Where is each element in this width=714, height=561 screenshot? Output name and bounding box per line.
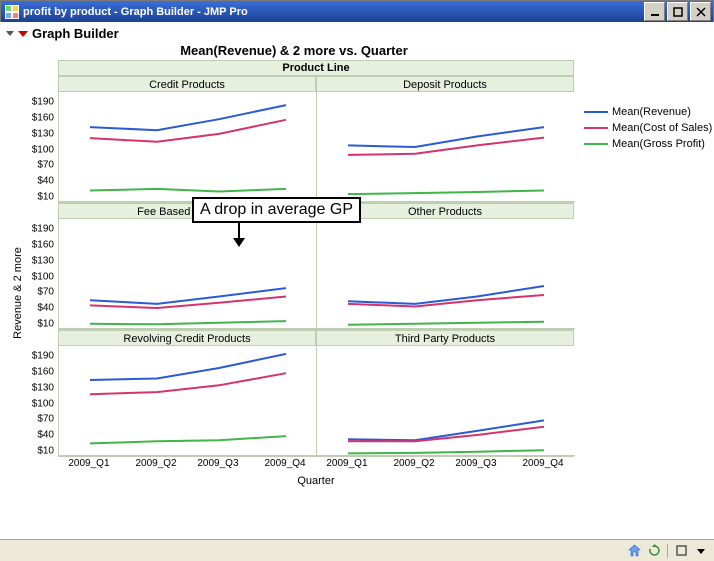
y-tick-label: $70 (37, 287, 54, 298)
y-tick-label: $130 (32, 255, 54, 266)
series-line[interactable] (348, 286, 544, 304)
y-tick-label: $10 (37, 318, 54, 329)
series-line[interactable] (348, 191, 544, 195)
legend-label: Mean(Gross Profit) (612, 138, 705, 150)
x-tick-label: 2009_Q4 (264, 458, 305, 469)
y-tick-label: $160 (32, 367, 54, 378)
series-line[interactable] (90, 120, 286, 142)
app-icon (5, 5, 19, 19)
x-axis: 2009_Q1 2009_Q2 2009_Q3 2009_Q4 2009_Q1 2009_… (14, 457, 574, 473)
y-tick-label: $100 (32, 144, 54, 155)
stop-icon[interactable] (674, 544, 688, 558)
facet-panel[interactable]: Credit Products (58, 76, 316, 203)
status-bar (0, 539, 714, 561)
outline-title: Graph Builder (32, 26, 119, 41)
facet-panel[interactable]: Revolving Credit Products (58, 330, 316, 457)
y-tick-label: $40 (37, 303, 54, 314)
plot-area[interactable]: Revenue & 2 more Mean(Revenue) & 2 more … (14, 43, 574, 487)
y-tick-label: $40 (37, 430, 54, 441)
window-controls (644, 1, 713, 23)
legend-swatch (584, 143, 608, 145)
facet-panel-header: Deposit Products (317, 76, 573, 92)
legend-item[interactable]: Mean(Gross Profit) (584, 136, 712, 152)
x-axis-title: Quarter (58, 473, 574, 487)
content-area: Graph Builder Revenue & 2 more Mean(Reve… (0, 22, 714, 539)
series-line[interactable] (90, 288, 286, 304)
y-tick-label: $130 (32, 128, 54, 139)
home-icon[interactable] (627, 544, 641, 558)
annotation-arrow-icon (232, 222, 246, 248)
y-tick-label: $160 (32, 113, 54, 124)
refresh-icon[interactable] (647, 544, 661, 558)
y-tick-label: $40 (37, 176, 54, 187)
y-tick-label: $100 (32, 271, 54, 282)
y-tick-label: $10 (37, 191, 54, 202)
legend-item[interactable]: Mean(Cost of Sales) (584, 120, 712, 136)
x-tick-label: 2009_Q3 (197, 458, 238, 469)
window-title: profit by product - Graph Builder - JMP … (23, 6, 644, 18)
facet-panel-header: Third Party Products (317, 330, 573, 346)
facet-panel[interactable]: Third Party Products (316, 330, 574, 457)
y-tick-label: $130 (32, 382, 54, 393)
facet-panel-header: Revolving Credit Products (59, 330, 315, 346)
facet-panel[interactable]: Deposit Products (316, 76, 574, 203)
outline-header: Graph Builder (0, 22, 714, 43)
legend-item[interactable]: Mean(Revenue) (584, 104, 712, 120)
y-tick-label: $160 (32, 240, 54, 251)
series-line[interactable] (90, 321, 286, 324)
x-tick-label: 2009_Q1 (68, 458, 109, 469)
x-tick-label: 2009_Q4 (522, 458, 563, 469)
y-tick-label: $190 (32, 97, 54, 108)
close-button[interactable] (690, 2, 711, 21)
disclosure-icon[interactable] (6, 31, 14, 36)
series-line[interactable] (90, 354, 286, 380)
y-tick-label: $100 (32, 398, 54, 409)
series-line[interactable] (90, 189, 286, 192)
y-tick-label: $190 (32, 224, 54, 235)
facet-panel-header: Credit Products (59, 76, 315, 92)
facet-grid: $10 $40 $70 $100 $130 $160 $190 Credit Products… (14, 76, 574, 457)
y-tick-label: $10 (37, 445, 54, 456)
y-tick-label: $190 (32, 351, 54, 362)
x-tick-label: 2009_Q2 (393, 458, 434, 469)
facet-variable-header: Product Line (58, 60, 574, 76)
y-tick-label: $70 (37, 160, 54, 171)
menu-dropdown-icon[interactable] (694, 544, 708, 558)
legend-swatch (584, 111, 608, 113)
annotation-box[interactable]: A drop in average GP (192, 197, 361, 223)
legend-label: Mean(Cost of Sales) (612, 122, 712, 134)
series-line[interactable] (90, 373, 286, 394)
legend-swatch (584, 127, 608, 129)
series-line[interactable] (348, 127, 544, 147)
chart-title: Mean(Revenue) & 2 more vs. Quarter (14, 43, 574, 60)
legend-label: Mean(Revenue) (612, 106, 691, 118)
series-line[interactable] (90, 436, 286, 443)
minimize-button[interactable] (644, 2, 665, 21)
series-line[interactable] (348, 450, 544, 453)
series-line[interactable] (348, 322, 544, 325)
legend[interactable]: Mean(Revenue) Mean(Cost of Sales) Mean(Gro… (584, 104, 712, 152)
hotspot-icon[interactable] (18, 31, 28, 37)
maximize-button[interactable] (667, 2, 688, 21)
window-titlebar: profit by product - Graph Builder - JMP … (1, 1, 713, 23)
x-tick-label: 2009_Q1 (326, 458, 367, 469)
x-tick-label: 2009_Q2 (135, 458, 176, 469)
y-tick-label: $70 (37, 414, 54, 425)
x-tick-label: 2009_Q3 (455, 458, 496, 469)
